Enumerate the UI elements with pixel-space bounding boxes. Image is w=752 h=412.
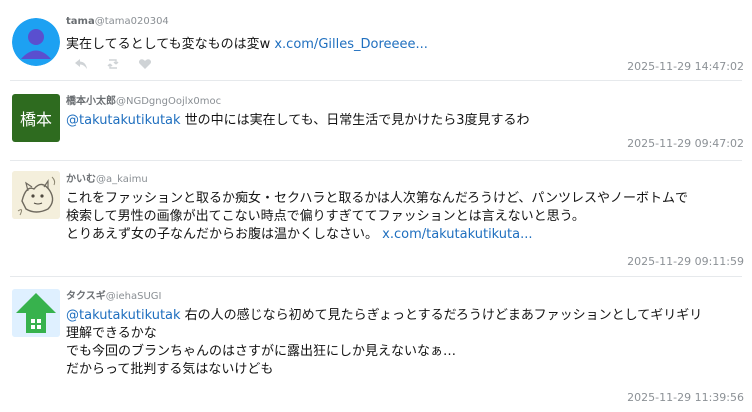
- cat-sketch-icon: [12, 171, 60, 219]
- tweet-actions: [74, 58, 152, 70]
- reply-icon[interactable]: [74, 58, 88, 70]
- tweet-text-line: でも今回のブランちゃんのはさすがに露出狂にしか見えないなぁ…: [66, 344, 457, 359]
- user-handle[interactable]: @NGDgngOojlx0moc: [116, 96, 221, 107]
- tweet-link[interactable]: x.com/takutakutikuta...: [382, 227, 532, 242]
- tweet-text: @takutakutikutak 右の人の感じなら初めて見たらぎょっとするだろう…: [66, 307, 702, 379]
- tweet-text-line: 右の人の感じなら初めて見たらぎょっとするだろうけどまあファッションとしてギリギリ: [180, 308, 703, 323]
- avatar[interactable]: [12, 171, 60, 219]
- tweet-text-line: 検索して男性の画像が出てこない時点で偏りすぎててファッションとは言えないと思う。: [66, 209, 585, 224]
- like-icon[interactable]: [138, 58, 152, 70]
- tweet-text: 実在してるとしても変なものは変w x.com/Gilles_Doreeee...: [66, 36, 428, 54]
- tweet-feed: tama@tama020304 実在してるとしても変なものは変w x.com/G…: [0, 0, 752, 412]
- tweet-link[interactable]: x.com/Gilles_Doreeee...: [274, 37, 428, 52]
- tweet-text-line: 実在してるとしても変なものは変w: [66, 37, 275, 52]
- tweet-text-line: だからって批判する気はないけども: [66, 362, 274, 377]
- tweet-item: タクスギ@iehaSUGI @takutakutikutak 右の人の感じなら初…: [0, 277, 752, 412]
- user-name[interactable]: かいむ: [66, 174, 96, 185]
- tweet-text: @takutakutikutak 世の中には実在しても、日常生活で見かけたら3度…: [66, 112, 530, 130]
- user-name[interactable]: 橋本小太郎: [66, 96, 116, 107]
- avatar[interactable]: 橋本: [12, 94, 60, 142]
- avatar[interactable]: [12, 18, 60, 66]
- tweet-timestamp[interactable]: 2025-11-29 09:47:02: [627, 137, 744, 150]
- mention-link[interactable]: @takutakutikutak: [66, 113, 181, 128]
- user-name[interactable]: タクスギ: [66, 291, 106, 302]
- tweet-text-line: とりあえず女の子なんだからお腹は温かくしなさい。: [66, 227, 383, 242]
- tweet-text-line: これをファッションと取るか痴女・セクハラと取るかは人次第なんだろうけど、パンツレ…: [66, 191, 689, 206]
- tweet-timestamp[interactable]: 2025-11-29 09:11:59: [627, 255, 744, 268]
- person-placeholder-icon: [12, 18, 60, 66]
- house-arrow-icon: [12, 289, 60, 337]
- tweet-text: これをファッションと取るか痴女・セクハラと取るかは人次第なんだろうけど、パンツレ…: [66, 190, 688, 244]
- user-handle[interactable]: @a_kaimu: [96, 174, 148, 185]
- user-name[interactable]: tama: [66, 16, 95, 27]
- tweet-header: 橋本小太郎@NGDgngOojlx0moc: [66, 92, 221, 107]
- tweet-timestamp[interactable]: 2025-11-29 14:47:02: [627, 60, 744, 73]
- avatar-text: 橋本: [19, 110, 52, 129]
- user-handle[interactable]: @iehaSUGI: [106, 291, 162, 302]
- tweet-item: tama@tama020304 実在してるとしても変なものは変w x.com/G…: [0, 0, 752, 80]
- tweet-header: tama@tama020304: [66, 16, 169, 27]
- tweet-text-line: 世の中には実在しても、日常生活で見かけたら3度見するわ: [180, 113, 530, 128]
- mention-link[interactable]: @takutakutikutak: [66, 308, 181, 323]
- tweet-text-line: 理解できるかな: [66, 326, 157, 341]
- user-handle[interactable]: @tama020304: [95, 16, 169, 27]
- avatar[interactable]: [12, 289, 60, 337]
- tweet-timestamp[interactable]: 2025-11-29 11:39:56: [627, 391, 744, 404]
- tweet-item: かいむ@a_kaimu これをファッションと取るか痴女・セクハラと取るかは人次第…: [0, 161, 752, 275]
- tweet-header: タクスギ@iehaSUGI: [66, 287, 161, 302]
- tweet-header: かいむ@a_kaimu: [66, 170, 148, 185]
- tweet-item: 橋本 橋本小太郎@NGDgngOojlx0moc @takutakutikuta…: [0, 81, 752, 159]
- retweet-icon[interactable]: [106, 58, 120, 70]
